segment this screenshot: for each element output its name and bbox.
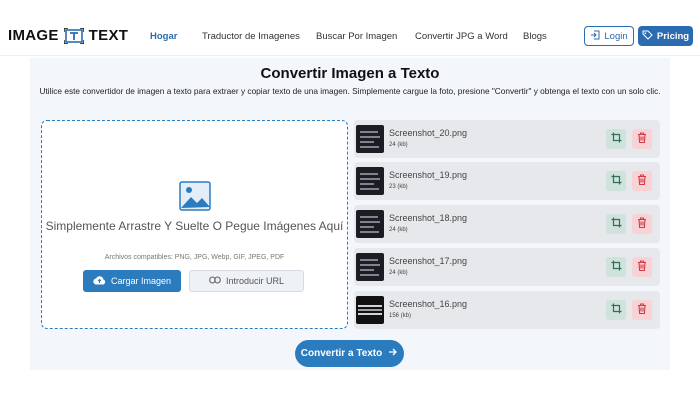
file-thumbnail [356, 253, 384, 281]
pricing-button[interactable]: Pricing [638, 26, 693, 46]
file-size: 24 (kb) [389, 142, 408, 148]
nav-link-convertir-jpg[interactable]: Convertir JPG a Word [415, 31, 508, 42]
crop-button[interactable] [606, 257, 626, 277]
page-title: Convertir Imagen a Texto [260, 65, 440, 82]
page-subtitle: Utilice este convertidor de imagen a tex… [39, 86, 661, 96]
file-item: Screenshot_20.png 24 (kb) [354, 120, 660, 158]
crop-icon [611, 258, 622, 276]
nav-link-buscar[interactable]: Buscar Por Imagen [316, 31, 397, 42]
delete-button[interactable] [632, 257, 652, 277]
delete-button[interactable] [632, 214, 652, 234]
crop-button[interactable] [606, 300, 626, 320]
supported-formats: Archivos compatibles: PNG, JPG, Webp, GI… [104, 254, 285, 261]
converter-panel: Convertir Imagen a Texto Utilice este co… [30, 58, 670, 370]
logo-text-right: TEXT [88, 27, 129, 44]
enter-url-label: Introducir URL [225, 276, 285, 286]
crop-icon [611, 130, 622, 148]
file-item: Screenshot_18.png 24 (kb) [354, 205, 660, 243]
trash-icon [637, 172, 647, 190]
file-size: 156 (kb) [389, 313, 412, 319]
nav-link-hogar[interactable]: Hogar [150, 31, 177, 42]
upload-dropzone[interactable]: Simplemente Arrastre Y Suelte O Pegue Im… [41, 120, 348, 329]
image-icon [179, 181, 211, 211]
login-icon [590, 30, 600, 43]
top-navbar: IMAGE TEXT Hogar Traductor de Imagenes B… [0, 0, 700, 56]
delete-button[interactable] [632, 300, 652, 320]
crop-icon [611, 215, 622, 233]
trash-icon [637, 130, 647, 148]
trash-icon [637, 258, 647, 276]
cloud-upload-icon [93, 275, 106, 287]
link-icon [209, 276, 221, 286]
file-name: Screenshot_18.png [389, 213, 468, 223]
file-thumbnail [356, 167, 384, 195]
logo-text-icon [62, 26, 85, 45]
file-name: Screenshot_19.png [389, 170, 468, 180]
crop-button[interactable] [606, 214, 626, 234]
file-name: Screenshot_17.png [389, 256, 468, 266]
convert-to-text-button[interactable]: Convertir a Texto [295, 340, 404, 367]
convert-label: Convertir a Texto [300, 348, 383, 359]
crop-icon [611, 301, 622, 319]
file-thumbnail [356, 125, 384, 153]
file-thumbnail [356, 210, 384, 238]
nav-link-traductor[interactable]: Traductor de Imagenes [202, 31, 300, 42]
file-thumbnail [356, 296, 384, 324]
login-button[interactable]: Login [584, 26, 634, 46]
pricing-label: Pricing [656, 30, 690, 42]
crop-icon [611, 172, 622, 190]
trash-icon [637, 301, 647, 319]
arrow-right-icon [388, 347, 398, 360]
file-item: Screenshot_16.png 156 (kb) [354, 291, 660, 329]
login-label: Login [604, 30, 628, 42]
upload-image-button[interactable]: Cargar Imagen [83, 270, 181, 292]
pricing-icon [642, 30, 653, 43]
file-item: Screenshot_17.png 24 (kb) [354, 248, 660, 286]
file-size: 24 (kb) [389, 270, 408, 276]
nav-link-blogs[interactable]: Blogs [523, 31, 547, 42]
logo-text-left: IMAGE [8, 27, 59, 44]
delete-button[interactable] [632, 171, 652, 191]
file-size: 23 (kb) [389, 184, 408, 190]
file-item: Screenshot_19.png 23 (kb) [354, 162, 660, 200]
logo[interactable]: IMAGE TEXT [8, 26, 129, 45]
file-size: 24 (kb) [389, 227, 408, 233]
upload-image-label: Cargar Imagen [110, 276, 172, 286]
file-name: Screenshot_16.png [389, 299, 468, 309]
file-name: Screenshot_20.png [389, 128, 468, 138]
crop-button[interactable] [606, 129, 626, 149]
crop-button[interactable] [606, 171, 626, 191]
trash-icon [637, 215, 647, 233]
delete-button[interactable] [632, 129, 652, 149]
enter-url-button[interactable]: Introducir URL [189, 270, 304, 292]
dropzone-title: Simplemente Arrastre Y Suelte O Pegue Im… [45, 219, 344, 233]
